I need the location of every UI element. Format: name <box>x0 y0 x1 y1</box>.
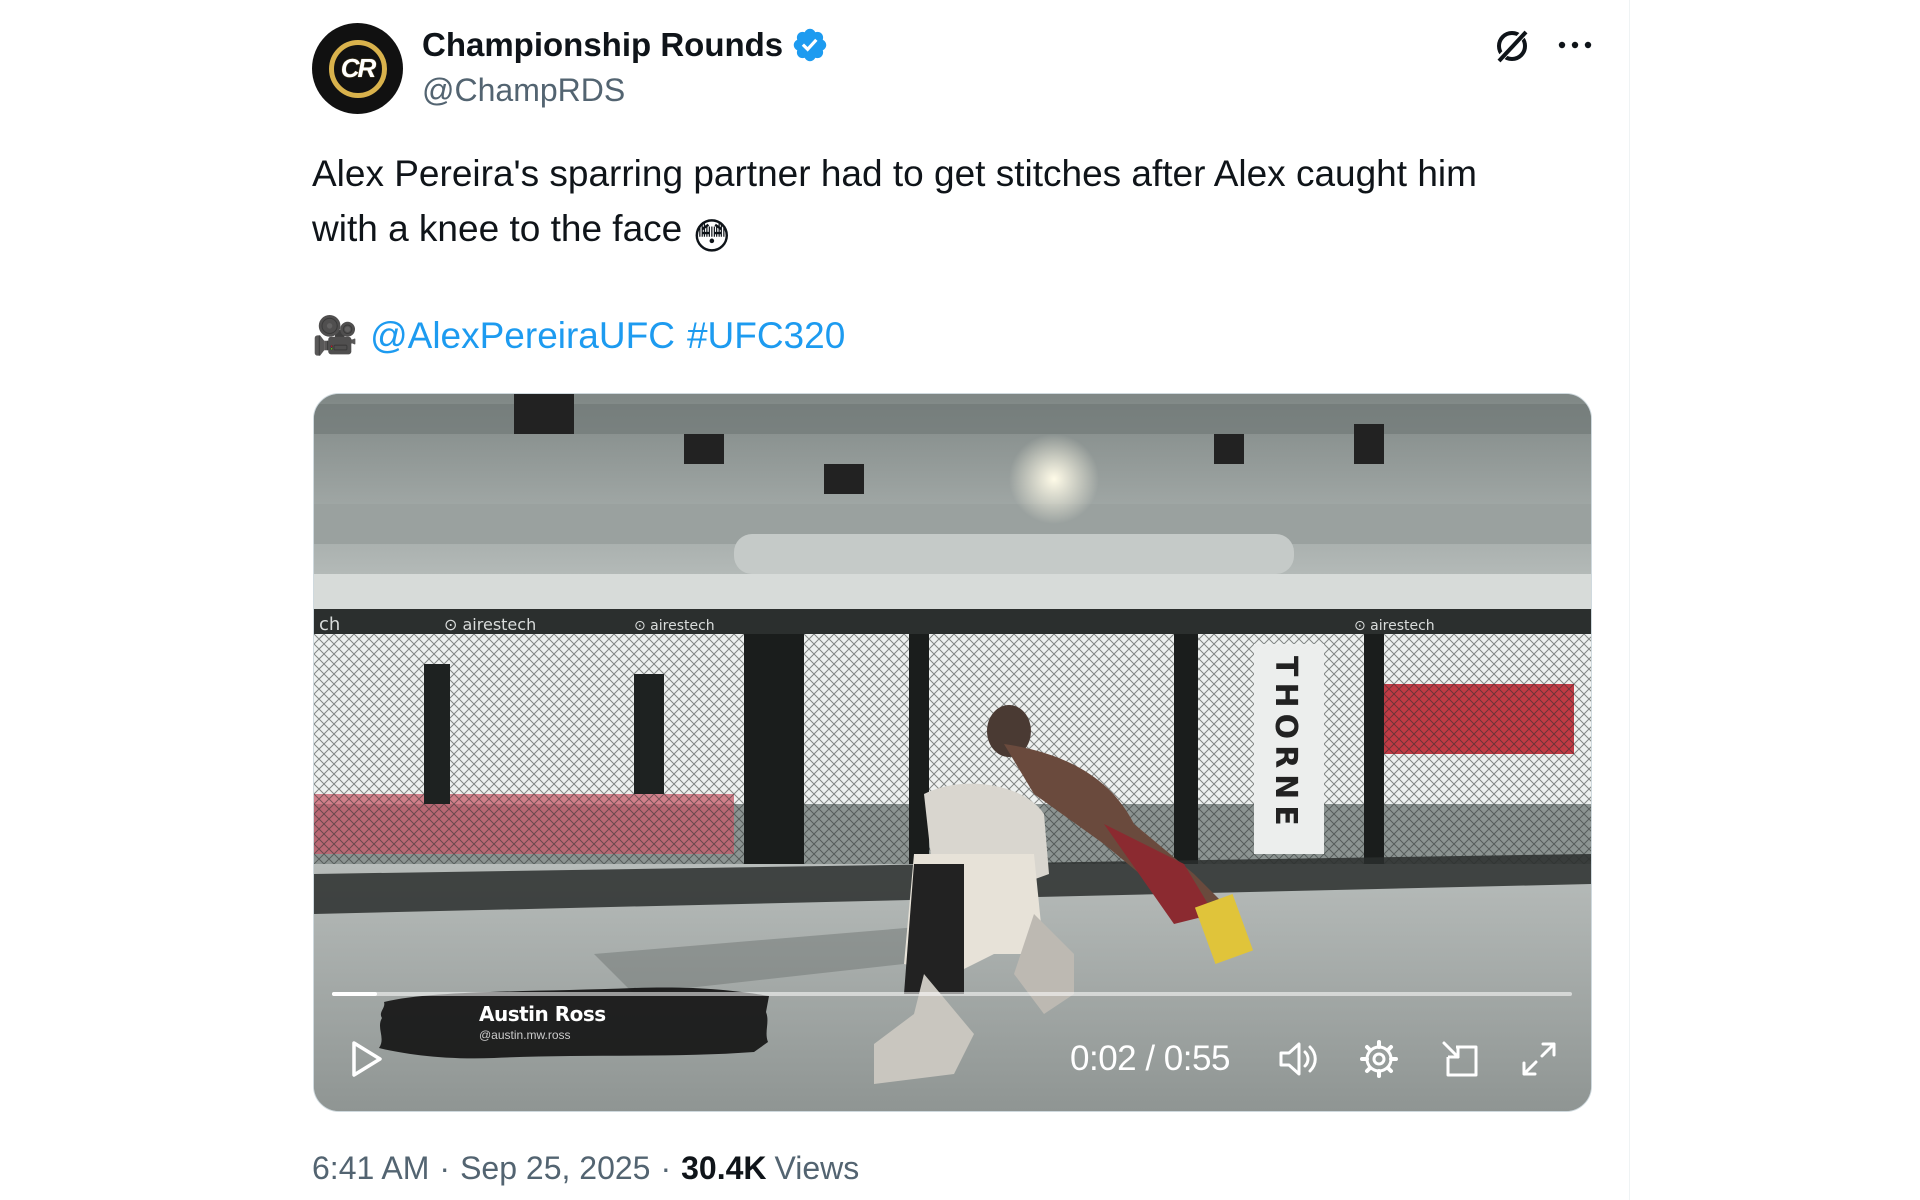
meta-separator: · <box>660 1150 672 1186</box>
svg-text:⊙ airestech: ⊙ airestech <box>1354 618 1435 634</box>
play-button[interactable] <box>342 1034 392 1084</box>
tweet-text: Alex Pereira's sparring partner had to g… <box>312 146 1612 264</box>
video-progress-fill <box>332 992 377 996</box>
author-handle[interactable]: @ChampRDS <box>422 72 625 109</box>
caption-name: Austin Ross <box>479 1002 606 1026</box>
speaker-icon <box>1279 1042 1317 1076</box>
avatar-logo-ring: CR <box>328 39 387 98</box>
video-player[interactable]: ch ⊙ airestech ⊙ airestech ⊙ airestech T… <box>313 393 1592 1112</box>
views-count: 30.4K <box>681 1150 767 1186</box>
gear-icon <box>1360 1040 1398 1078</box>
thorne-banner-text: THORNE <box>1268 656 1303 832</box>
author-name-row: Championship Rounds <box>422 26 829 64</box>
video-timecode: 0:02 / 0:55 <box>1070 1039 1230 1078</box>
settings-button[interactable] <box>1354 1036 1404 1082</box>
more-icon[interactable] <box>1550 20 1600 70</box>
tweet-links-row: 🎥 @AlexPereiraUFC #UFC320 <box>312 308 845 363</box>
tweet-text-line-1: Alex Pereira's sparring partner had to g… <box>312 153 1477 194</box>
play-icon <box>352 1041 382 1077</box>
column-divider <box>1629 0 1630 1200</box>
grok-icon[interactable] <box>1490 24 1534 68</box>
svg-text:ch: ch <box>319 614 340 635</box>
tweet-meta: 6:41 AM · Sep 25, 2025 · 30.4K Views <box>312 1150 859 1187</box>
flushed-face-emoji: 😳 <box>692 216 732 257</box>
tweet-text-line-2: with a knee to the face <box>312 208 683 249</box>
avatar[interactable]: CR <box>312 23 403 114</box>
picture-in-picture-icon <box>1442 1041 1478 1077</box>
display-name[interactable]: Championship Rounds <box>422 26 783 64</box>
caption-handle: @austin.mw.ross <box>479 1028 571 1042</box>
picture-in-picture-button[interactable] <box>1436 1036 1486 1082</box>
svg-text:⊙ airestech: ⊙ airestech <box>634 618 715 634</box>
views-label: Views <box>774 1150 860 1186</box>
movie-camera-emoji: 🎥 <box>312 315 359 356</box>
hashtag-link[interactable]: #UFC320 <box>687 308 845 363</box>
volume-button[interactable] <box>1274 1036 1324 1082</box>
video-progress-bar[interactable] <box>332 992 1572 996</box>
avatar-logo-text: CR <box>340 53 377 83</box>
svg-text:⊙ airestech: ⊙ airestech <box>444 615 536 634</box>
meta-separator: · <box>439 1150 451 1186</box>
verified-badge-icon <box>793 28 827 62</box>
fullscreen-icon <box>1522 1042 1556 1076</box>
tweet: CR Championship Rounds @ChampRDS Alex Pe… <box>312 0 1620 1200</box>
mention-link[interactable]: @AlexPereiraUFC <box>370 308 675 363</box>
tweet-time[interactable]: 6:41 AM <box>312 1150 429 1187</box>
fullscreen-button[interactable] <box>1514 1036 1564 1082</box>
tweet-date[interactable]: Sep 25, 2025 <box>460 1150 650 1187</box>
